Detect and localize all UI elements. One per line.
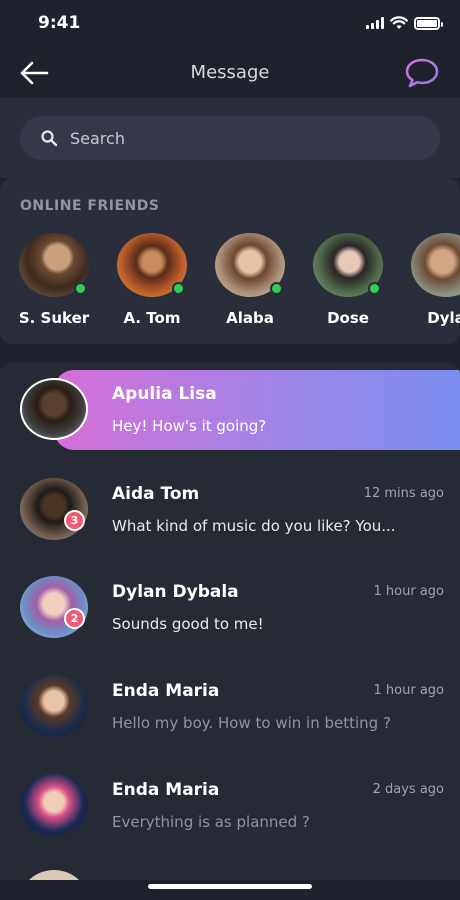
- conversation-time: 1 hour ago: [373, 584, 444, 599]
- status-bar: 9:41: [0, 0, 460, 48]
- conversation-message: Hey! How's it going?: [112, 417, 267, 435]
- unread-badge: 3: [64, 510, 85, 531]
- conversation-item[interactable]: 3 Aida Tom 12 mins ago What kind of musi…: [0, 462, 460, 562]
- avatar: [20, 675, 88, 737]
- online-friends-title: ONLINE FRIENDS: [20, 198, 160, 214]
- avatar: [20, 378, 88, 440]
- avatar: [215, 233, 285, 297]
- online-status-dot: [368, 282, 381, 295]
- status-icons: [366, 16, 443, 30]
- unread-badge: 2: [64, 608, 85, 629]
- avatar: [117, 233, 187, 297]
- avatar: [313, 233, 383, 297]
- home-bar: [0, 880, 460, 900]
- search-area: [0, 98, 460, 178]
- friend-name: Alaba: [226, 309, 274, 327]
- friend-name: Dyla: [427, 309, 460, 327]
- search-icon: [41, 130, 58, 147]
- conversation-list: Apulia Lisa Hey! How's it going? 3 Aida …: [0, 362, 460, 880]
- avatar: [411, 233, 460, 297]
- friend-name: Dose: [327, 309, 369, 327]
- header: Message: [0, 48, 460, 98]
- online-friends-panel: ONLINE FRIENDS S. Suker A. Tom Alaba Dos…: [0, 178, 460, 344]
- conversation-item[interactable]: Apulia Lisa Hey! How's it going?: [0, 362, 460, 454]
- friend-item[interactable]: Dose: [312, 233, 384, 327]
- search-input[interactable]: [70, 128, 400, 148]
- avatar: [20, 576, 88, 638]
- conversation-item[interactable]: 2 Dylan Dybala 1 hour ago Sounds good to…: [0, 560, 460, 652]
- friend-item[interactable]: Alaba: [214, 233, 286, 327]
- friend-item[interactable]: S. Suker: [18, 233, 90, 327]
- conversation-name: Dylan Dybala: [112, 582, 239, 602]
- avatar: [19, 233, 89, 297]
- friend-name: S. Suker: [18, 309, 90, 327]
- conversation-time: 12 mins ago: [363, 486, 444, 501]
- page-title: Message: [190, 62, 270, 83]
- conversation-name: Enda Maria: [112, 681, 220, 701]
- status-time: 9:41: [38, 13, 81, 33]
- conversation-message: What kind of music do you like? You...: [112, 517, 396, 535]
- active-conversation-highlight: [54, 370, 460, 450]
- home-indicator[interactable]: [148, 884, 312, 889]
- search-bar[interactable]: [20, 116, 440, 160]
- friend-item[interactable]: A. Tom: [116, 233, 188, 327]
- online-status-dot: [270, 282, 283, 295]
- conversation-time: 2 days ago: [372, 782, 444, 797]
- conversation-time: 1 hour ago: [373, 683, 444, 698]
- conversation-message: Everything is as planned ?: [112, 813, 310, 831]
- avatar: [20, 870, 88, 880]
- friend-item[interactable]: Dyla: [410, 233, 460, 327]
- conversation-name: Aida Tom: [112, 484, 200, 504]
- conversation-item[interactable]: Enda Maria 2 days ago Everything is as p…: [0, 758, 460, 850]
- chat-bubble-icon[interactable]: [404, 57, 440, 89]
- conversation-message: Hello my boy. How to win in betting ?: [112, 714, 391, 732]
- friend-name: A. Tom: [123, 309, 181, 327]
- online-status-dot: [172, 282, 185, 295]
- online-friends-list: S. Suker A. Tom Alaba Dose Dyla: [18, 233, 460, 327]
- conversation-message: Sounds good to me!: [112, 615, 264, 633]
- signal-icon: [366, 17, 384, 29]
- avatar: [20, 774, 88, 836]
- online-status-dot: [74, 282, 87, 295]
- avatar: [20, 478, 88, 540]
- conversation-name: Apulia Lisa: [112, 384, 217, 404]
- wifi-icon: [390, 16, 408, 29]
- battery-icon: [414, 16, 443, 30]
- conversation-name: Enda Maria: [112, 780, 220, 800]
- conversation-item[interactable]: Enda Maria 1 hour ago Hello my boy. How …: [0, 659, 460, 751]
